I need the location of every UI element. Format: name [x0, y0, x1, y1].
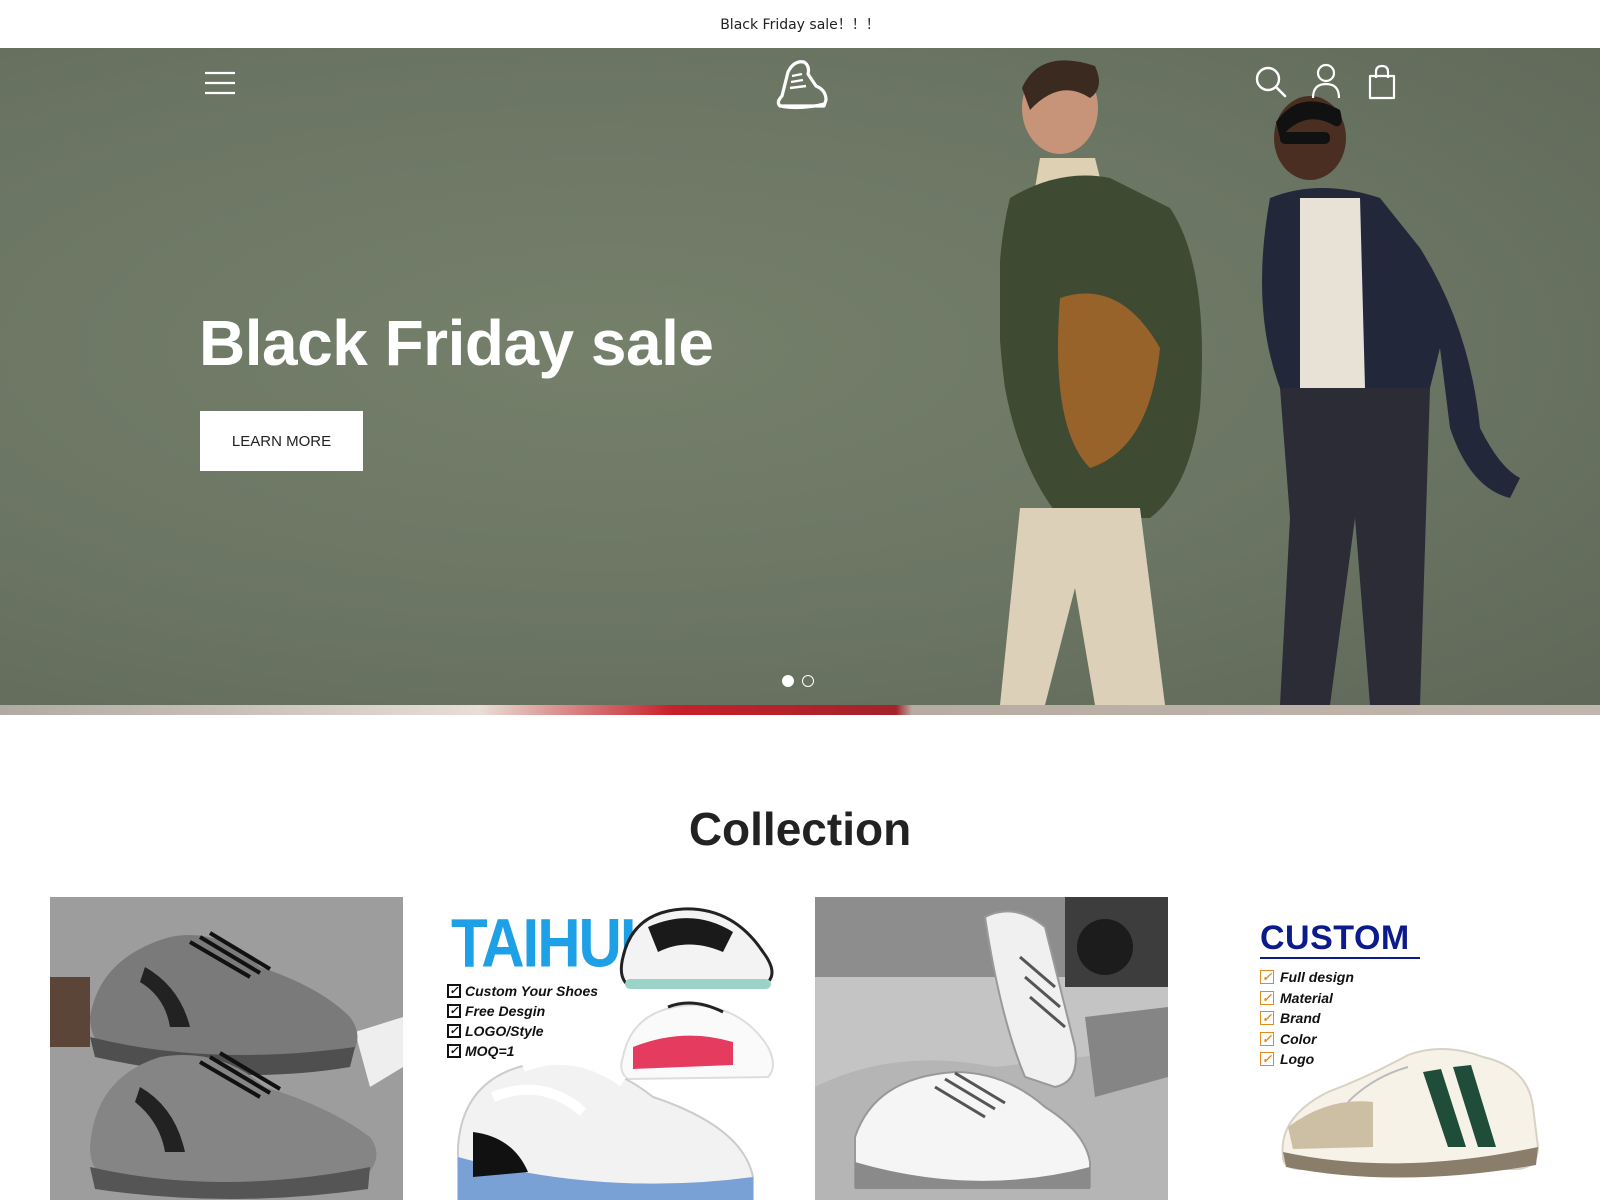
- account-icon[interactable]: [1310, 62, 1342, 100]
- white-sneakers-image: [815, 897, 1168, 1200]
- hero-models-image: [1000, 60, 1520, 705]
- site-header: [0, 48, 1600, 114]
- next-slide-peek: [0, 705, 1600, 715]
- menu-icon[interactable]: [200, 68, 240, 98]
- slider-dots: [782, 675, 814, 687]
- taihui-sneakers-image: [457, 907, 774, 1200]
- announcement-bar: Black Friday sale！！！: [0, 0, 1600, 48]
- cart-icon[interactable]: [1366, 64, 1398, 100]
- collection-title: Collection: [688, 803, 912, 855]
- hero-title: Black Friday sale: [199, 307, 714, 379]
- gray-sneakers-image: [50, 897, 403, 1200]
- collection-card-gray-sneakers[interactable]: [50, 897, 403, 1200]
- collection-card-custom[interactable]: CUSTOM ✓ Full design ✓ Material ✓ Brand ✓ Co…: [1198, 897, 1551, 1200]
- announcement-text: Black Friday sale！！！: [720, 17, 880, 33]
- sneaker-logo-icon[interactable]: [770, 54, 830, 114]
- custom-sneaker-image: [1281, 1047, 1540, 1178]
- collection-card-taihui[interactable]: TAIHUI ✓ Custom Your Shoes ✓ Free Desgin ✓…: [433, 897, 786, 1200]
- slide-dot-2[interactable]: [802, 675, 814, 687]
- collection-card-white-sneakers[interactable]: [815, 897, 1168, 1200]
- collection-grid: TAIHUI ✓ Custom Your Shoes ✓ Free Desgin ✓…: [50, 897, 1580, 1200]
- slide-dot-1[interactable]: [782, 675, 794, 687]
- hero-banner: Black Friday sale LEARN MORE: [0, 48, 1600, 715]
- search-icon[interactable]: [1254, 65, 1288, 99]
- learn-more-button[interactable]: LEARN MORE: [200, 411, 363, 471]
